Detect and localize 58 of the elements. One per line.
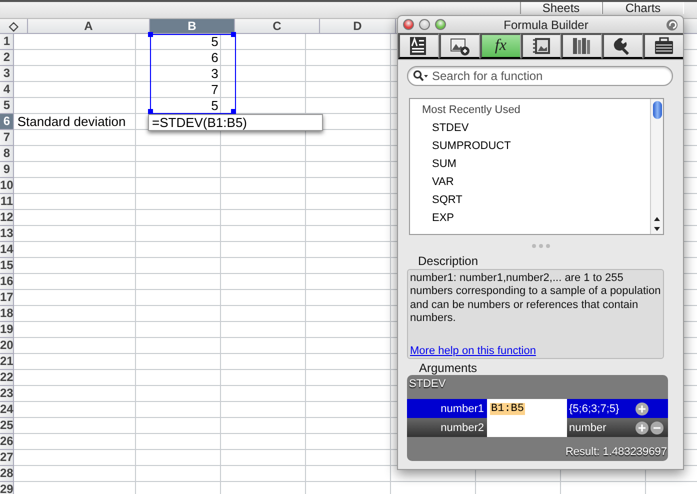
text-format-icon: [408, 36, 429, 56]
splitter-handle-icon: [530, 243, 550, 249]
row-header[interactable]: 6: [0, 114, 14, 130]
toolbar-tab[interactable]: Charts: [602, 2, 684, 14]
toolbar-tab[interactable]: Sheets: [520, 2, 602, 14]
table-cell-text: 5: [210, 34, 220, 49]
function-item[interactable]: SQRT: [410, 191, 650, 209]
function-tab[interactable]: fx: [480, 33, 521, 59]
section-label: Arguments: [419, 362, 478, 375]
list-group-heading: Most Recently Used: [421, 103, 522, 118]
function-item[interactable]: SUM: [410, 155, 650, 173]
toolbar-tab[interactable]: [520, 33, 562, 59]
toolbar-tab[interactable]: [438, 33, 480, 59]
function-item[interactable]: STDEV: [410, 119, 650, 137]
add-icon: [635, 420, 649, 434]
column-header[interactable]: B: [150, 19, 235, 33]
formula-edit-field[interactable]: =STDEV(B1:B5): [148, 114, 323, 131]
minimize-button[interactable]: [419, 19, 430, 30]
photo-album-icon: [532, 36, 552, 56]
result-text: Result: 1.483239697: [565, 446, 668, 460]
argument-value: number: [568, 422, 608, 434]
argument-row[interactable]: number2 number: [407, 418, 668, 437]
function-name: STDEV: [408, 377, 447, 392]
toolbar-tab[interactable]: [398, 33, 439, 59]
books-icon: [572, 36, 592, 56]
search-icon: [413, 70, 429, 82]
argument-row[interactable]: number1 B1:B5 {5;6;3;7;5}: [407, 399, 668, 418]
window-title: Formula Builder: [502, 18, 590, 32]
toolbar-tab[interactable]: [602, 33, 644, 59]
toolbar-toggle-icon: [666, 18, 678, 30]
function-item[interactable]: VAR: [410, 173, 650, 191]
remove-icon: [650, 420, 664, 434]
zoom-button[interactable]: [435, 19, 446, 30]
search-field[interactable]: Search for a function: [407, 66, 673, 86]
toolbar-tab[interactable]: [561, 33, 602, 59]
table-cell-text: 5: [210, 98, 220, 113]
add-icon: [635, 402, 649, 416]
description-text: number1: number1,number2,... are 1 to 255 numbers corresponding to a sample of a population and can be numbers or references that contain numbers.: [410, 272, 661, 326]
argument-field[interactable]: B1:B5: [487, 399, 567, 418]
column-header[interactable]: D: [320, 19, 396, 33]
select-all-corner[interactable]: ◇: [0, 19, 28, 33]
table-cell-text: 7: [210, 82, 220, 97]
argument-field[interactable]: [487, 418, 567, 437]
help-link[interactable]: More help on this function: [410, 344, 536, 358]
table-cell-text: 6: [210, 50, 220, 65]
argument-name: number1: [440, 402, 485, 414]
section-label: Description: [418, 255, 480, 268]
argument-value: {5;6;3;7;5}: [568, 402, 620, 414]
function-item[interactable]: EXP: [410, 209, 650, 227]
close-button[interactable]: [403, 19, 414, 30]
table-cell-text: 3: [210, 66, 220, 81]
scrollbar-thumb[interactable]: [652, 101, 662, 119]
function-item[interactable]: SUMPRODUCT: [410, 137, 650, 155]
briefcase-icon: [654, 36, 674, 56]
image-add-icon: [450, 36, 470, 56]
argument-name: number2: [440, 422, 485, 434]
toolbar-tab[interactable]: [643, 33, 684, 59]
table-cell-text: Standard deviation: [16, 114, 127, 129]
